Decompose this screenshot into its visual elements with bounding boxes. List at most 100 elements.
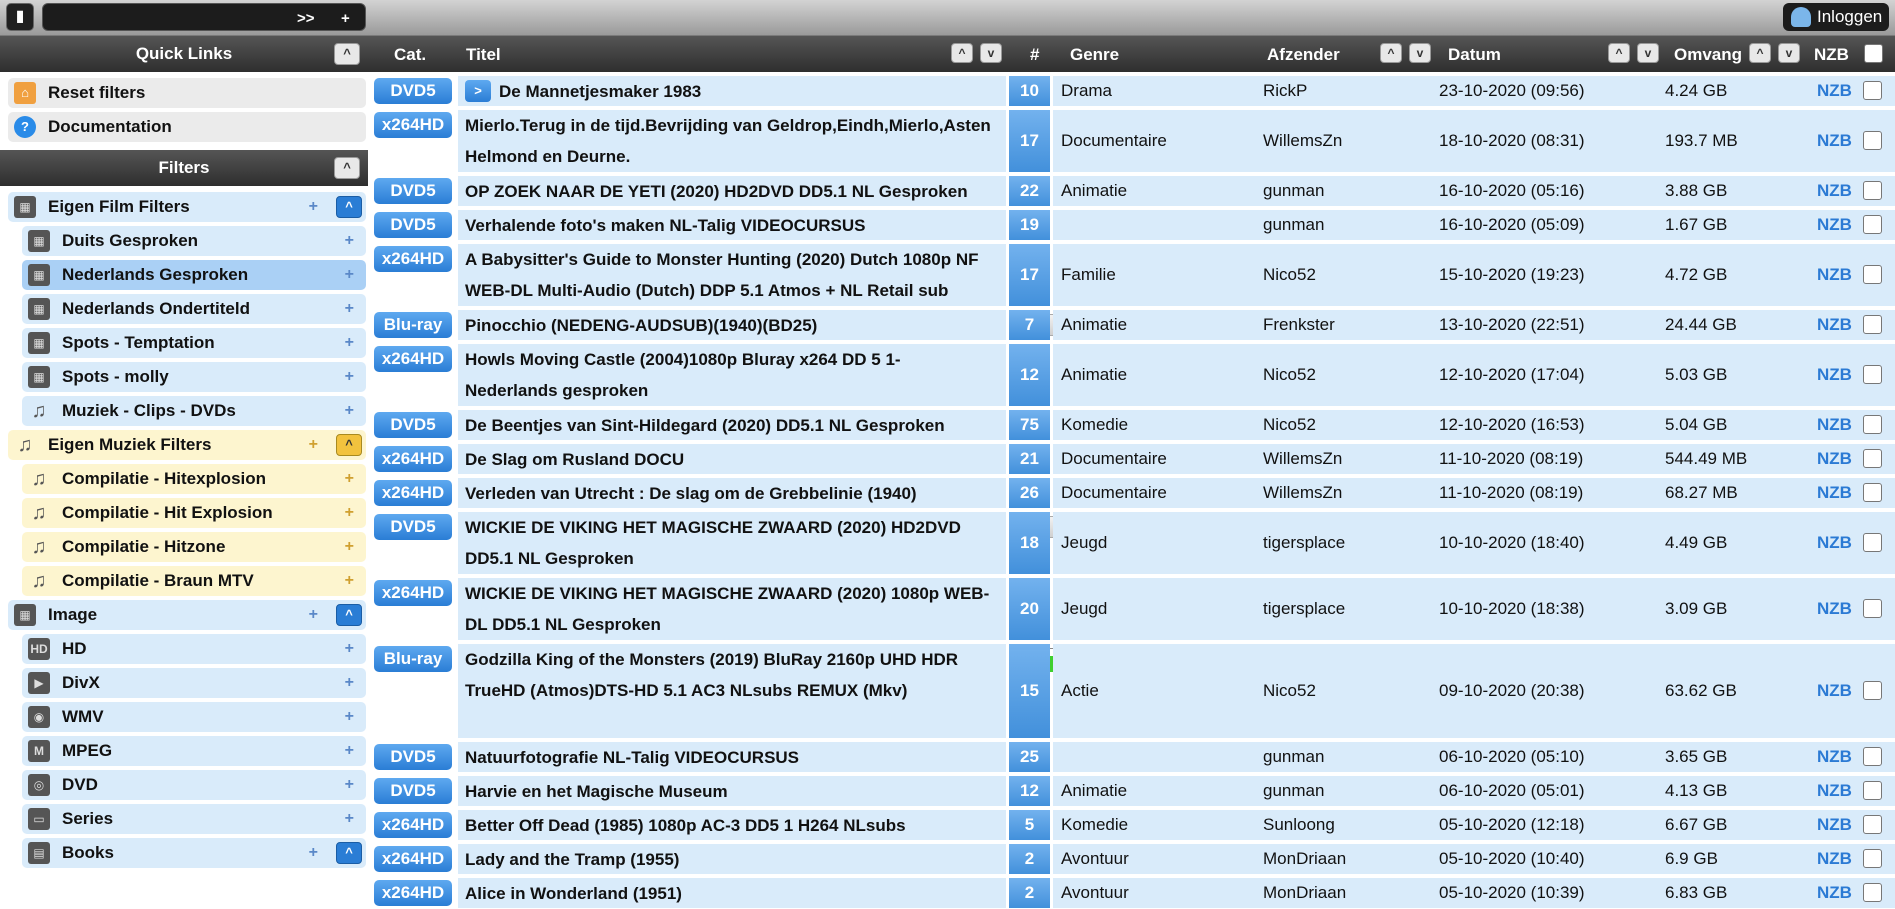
table-row[interactable]: DVD5 > De Mannetjesmaker 1983 10 Drama RickP 2… <box>368 76 1895 106</box>
category-badge[interactable]: x264HD <box>374 880 452 906</box>
row-checkbox[interactable] <box>1863 681 1882 700</box>
search-add-button[interactable]: + <box>341 10 350 27</box>
row-checkbox[interactable] <box>1863 181 1882 200</box>
nzb-link[interactable]: NZB <box>1817 131 1852 151</box>
add-filter-icon[interactable]: + <box>345 668 354 698</box>
spot-title[interactable]: Howls Moving Castle (2004)1080p Bluray x… <box>458 344 1006 406</box>
spot-title[interactable]: Better Off Dead (1985) 1080p AC-3 DD5 1 … <box>458 810 1006 840</box>
table-row[interactable]: DVD5 Verhalende foto's maken NL-Talig VID… <box>368 210 1895 240</box>
sender-cell[interactable]: Frenkster <box>1263 315 1335 335</box>
sender-cell[interactable]: WillemsZn <box>1263 449 1342 469</box>
category-badge[interactable]: x264HD <box>374 580 452 606</box>
sender-cell[interactable]: WillemsZn <box>1263 131 1342 151</box>
col-title[interactable]: Titel <box>466 45 501 65</box>
row-checkbox[interactable] <box>1863 365 1882 384</box>
sender-cell[interactable]: gunman <box>1263 747 1324 767</box>
filter-item[interactable]: ▶ DivX + <box>22 668 366 698</box>
table-row[interactable]: x264HD Alice in Wonderland (1951) 2 Avontuu… <box>368 878 1895 908</box>
sort-asc-icon[interactable]: ^ <box>1380 43 1402 63</box>
collapse-toggle-icon[interactable]: ^ <box>336 434 362 456</box>
table-row[interactable]: DVD5 Harvie en het Magische Museum 12 Anima… <box>368 776 1895 806</box>
spot-title[interactable]: WICKIE DE VIKING HET MAGISCHE ZWAARD (20… <box>458 578 1006 640</box>
nzb-link[interactable]: NZB <box>1817 181 1852 201</box>
filter-item[interactable]: ▦ Eigen Film Filters + ^ <box>8 192 366 222</box>
row-checkbox[interactable] <box>1863 449 1882 468</box>
sender-cell[interactable]: Nico52 <box>1263 681 1316 701</box>
filter-item[interactable]: ▦ Nederlands Ondertiteld + <box>22 294 366 324</box>
sender-cell[interactable]: MonDriaan <box>1263 849 1346 869</box>
row-checkbox[interactable] <box>1863 781 1882 800</box>
filter-item[interactable]: ◉ WMV + <box>22 702 366 732</box>
row-checkbox[interactable] <box>1863 131 1882 150</box>
spot-title[interactable]: De Slag om Rusland DOCU <box>458 444 1006 474</box>
row-checkbox[interactable] <box>1863 81 1882 100</box>
row-checkbox[interactable] <box>1863 483 1882 502</box>
spot-title[interactable]: Mierlo.Terug in de tijd.Bevrijding van G… <box>458 110 1006 172</box>
category-badge[interactable]: DVD5 <box>374 744 452 770</box>
table-row[interactable]: x264HD WICKIE DE VIKING HET MAGISCHE ZWAA… <box>368 578 1895 640</box>
table-row[interactable]: DVD5 Natuurfotografie NL-Talig VIDEOCURSU… <box>368 742 1895 772</box>
category-badge[interactable]: DVD5 <box>374 778 452 804</box>
col-date[interactable]: Datum <box>1448 45 1501 65</box>
category-badge[interactable]: x264HD <box>374 246 452 272</box>
table-row[interactable]: DVD5 De Beentjes van Sint-Hildegard (2020… <box>368 410 1895 440</box>
spot-title[interactable]: Alice in Wonderland (1951) <box>458 878 1006 908</box>
col-num[interactable]: # <box>1030 45 1039 65</box>
table-row[interactable]: DVD5 OP ZOEK NAAR DE YETI (2020) HD2DVD D… <box>368 176 1895 206</box>
filter-item[interactable]: ▦ Nederlands Gesproken + <box>22 260 366 290</box>
nzb-link[interactable]: NZB <box>1817 849 1852 869</box>
category-badge[interactable]: Blu-ray <box>374 312 452 338</box>
sender-cell[interactable]: Nico52 <box>1263 265 1316 285</box>
nzb-link[interactable]: NZB <box>1817 599 1852 619</box>
table-row[interactable]: x264HD Better Off Dead (1985) 1080p AC-3 … <box>368 810 1895 840</box>
col-size[interactable]: Omvang <box>1674 45 1742 65</box>
add-filter-icon[interactable]: + <box>345 532 354 562</box>
add-filter-icon[interactable]: + <box>345 702 354 732</box>
nzb-link[interactable]: NZB <box>1817 365 1852 385</box>
sort-desc-icon[interactable]: v <box>1637 43 1659 63</box>
nzb-link[interactable]: NZB <box>1817 215 1852 235</box>
category-badge[interactable]: DVD5 <box>374 412 452 438</box>
filter-item[interactable]: ♫ Compilatie - Braun MTV + <box>22 566 366 596</box>
add-filter-icon[interactable]: + <box>345 498 354 528</box>
add-filter-icon[interactable]: + <box>345 804 354 834</box>
sender-cell[interactable]: Nico52 <box>1263 415 1316 435</box>
add-filter-icon[interactable]: + <box>345 770 354 800</box>
filter-item[interactable]: ♫ Muziek - Clips - DVDs + <box>22 396 366 426</box>
row-checkbox[interactable] <box>1863 265 1882 284</box>
nzb-link[interactable]: NZB <box>1817 81 1852 101</box>
category-badge[interactable]: Blu-ray <box>374 646 452 672</box>
collapse-filters-button[interactable]: ^ <box>334 157 360 179</box>
category-badge[interactable]: x264HD <box>374 112 452 138</box>
add-filter-icon[interactable]: + <box>345 328 354 358</box>
add-filter-icon[interactable]: + <box>345 396 354 426</box>
col-genre[interactable]: Genre <box>1070 45 1119 65</box>
nzb-link[interactable]: NZB <box>1817 449 1852 469</box>
row-checkbox[interactable] <box>1863 533 1882 552</box>
row-checkbox[interactable] <box>1863 849 1882 868</box>
table-row[interactable]: x264HD A Babysitter's Guide to Monster Hu… <box>368 244 1895 306</box>
category-badge[interactable]: x264HD <box>374 812 452 838</box>
add-filter-icon[interactable]: + <box>309 192 318 222</box>
collapse-toggle-icon[interactable]: ^ <box>336 842 362 864</box>
filter-item[interactable]: ▭ Series + <box>22 804 366 834</box>
spot-title[interactable]: Natuurfotografie NL-Talig VIDEOCURSUS <box>458 742 1006 772</box>
sender-cell[interactable]: Nico52 <box>1263 365 1316 385</box>
add-filter-icon[interactable]: + <box>345 294 354 324</box>
category-badge[interactable]: DVD5 <box>374 212 452 238</box>
nzb-link[interactable]: NZB <box>1817 781 1852 801</box>
spot-title[interactable]: De Beentjes van Sint-Hildegard (2020) DD… <box>458 410 1006 440</box>
sort-desc-icon[interactable]: v <box>1778 43 1800 63</box>
filter-item[interactable]: ♫ Compilatie - Hit Explosion + <box>22 498 366 528</box>
add-filter-icon[interactable]: + <box>309 838 318 868</box>
row-checkbox[interactable] <box>1863 747 1882 766</box>
collapse-toggle-icon[interactable]: ^ <box>336 196 362 218</box>
sender-cell[interactable]: gunman <box>1263 215 1324 235</box>
spot-title[interactable]: OP ZOEK NAAR DE YETI (2020) HD2DVD DD5.1… <box>458 176 1006 206</box>
login-button[interactable]: Inloggen <box>1783 3 1889 31</box>
col-nzb[interactable]: NZB <box>1814 45 1849 65</box>
add-filter-icon[interactable]: + <box>309 600 318 630</box>
nzb-link[interactable]: NZB <box>1817 265 1852 285</box>
sender-cell[interactable]: tigersplace <box>1263 599 1345 619</box>
table-row[interactable]: x264HD Lady and the Tramp (1955) 2 Avontuur… <box>368 844 1895 874</box>
